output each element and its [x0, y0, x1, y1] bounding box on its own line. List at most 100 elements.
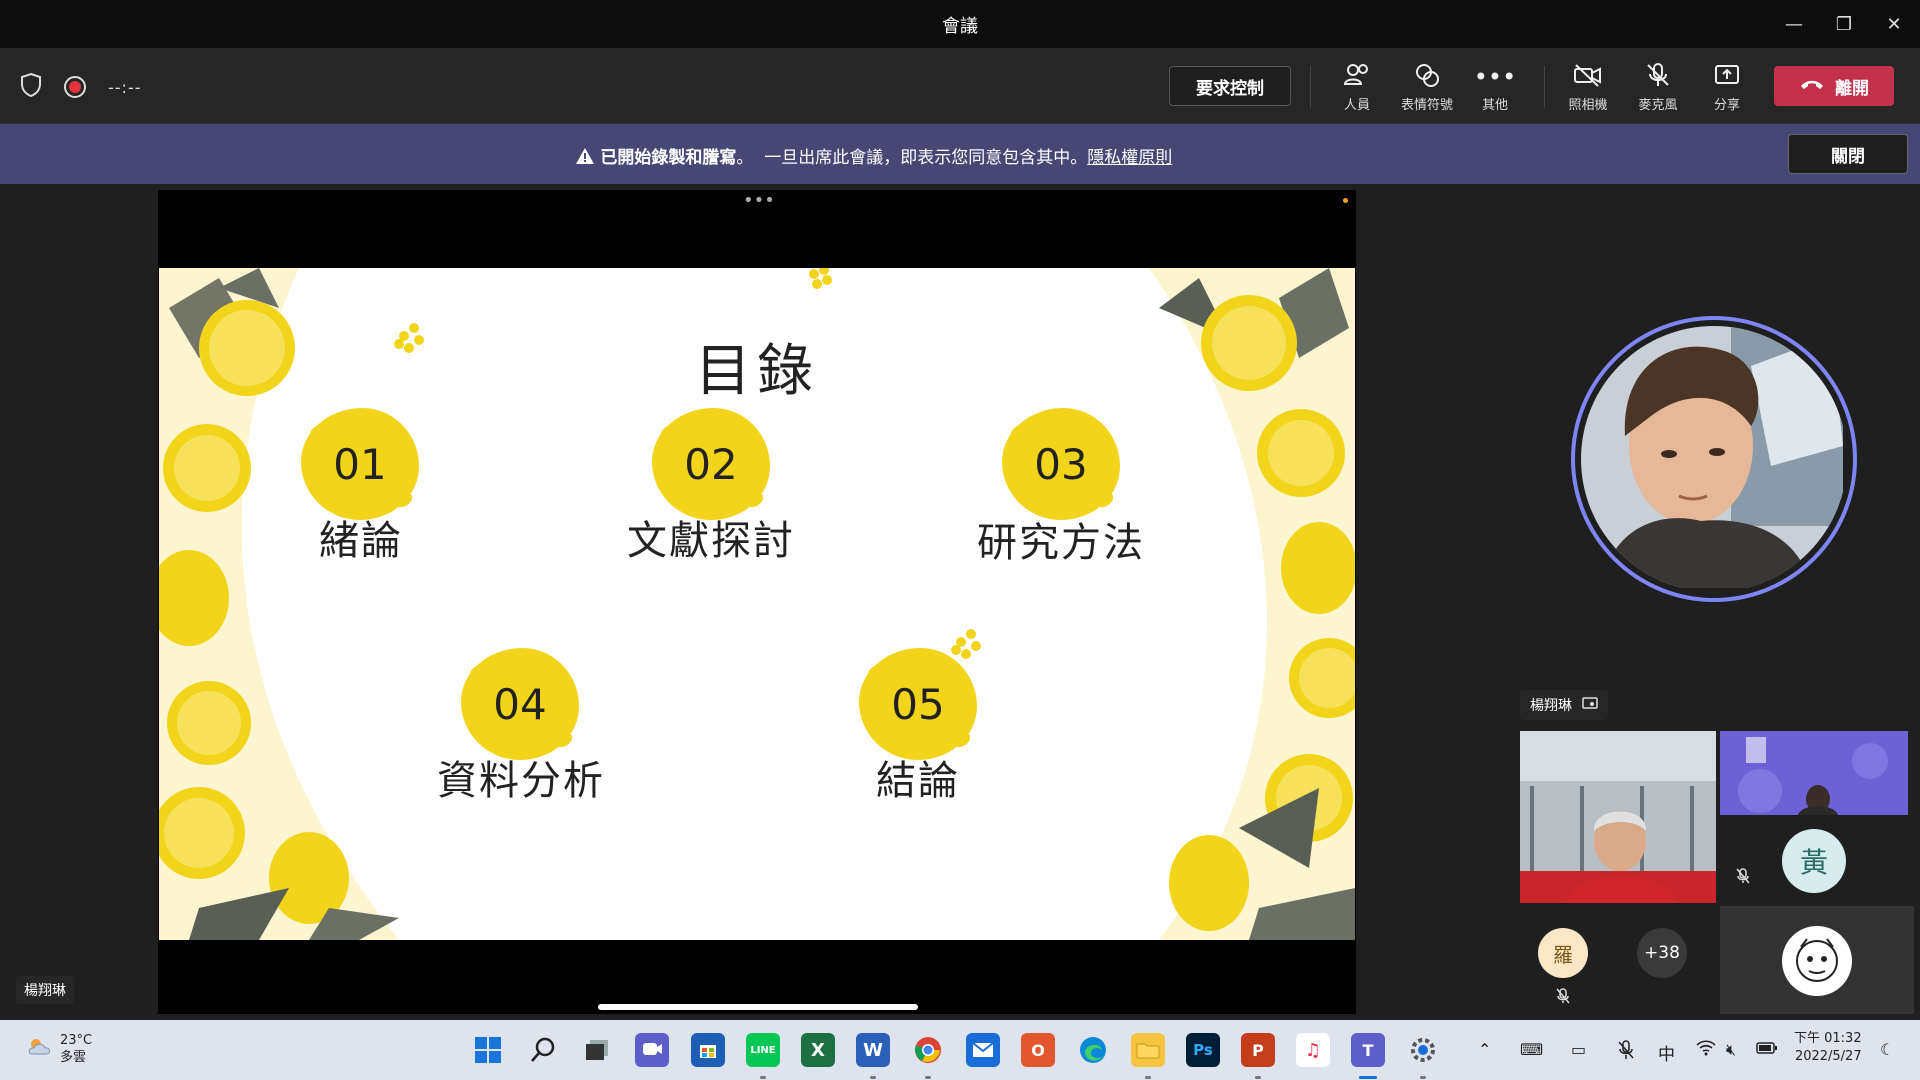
powerpoint-icon[interactable]: P: [1241, 1033, 1275, 1067]
itunes-icon[interactable]: ♫: [1296, 1033, 1330, 1067]
reactions-icon: [1392, 62, 1462, 92]
excel-icon[interactable]: X: [801, 1033, 835, 1067]
recording-message: 已開始錄製和謄寫。 一旦出席此會議，即表示您同意包含其中。隱私權原則: [575, 143, 1172, 168]
notifications-moon-icon[interactable]: ☾: [1880, 1040, 1894, 1059]
slide-item-label: 研究方法: [977, 520, 1145, 566]
ime-indicator[interactable]: 中: [1658, 1040, 1675, 1065]
camera-button[interactable]: 照相機: [1553, 62, 1623, 113]
close-window-button[interactable]: ✕: [1866, 0, 1920, 48]
start-windows-icon[interactable]: [471, 1033, 505, 1067]
people-label: 人員: [1343, 98, 1370, 113]
minimize-button[interactable]: —: [1766, 0, 1822, 48]
speaker-name-tag: 楊翔琳: [1520, 690, 1608, 720]
running-indicator: [760, 1076, 766, 1079]
shield-icon[interactable]: [20, 72, 42, 102]
office-icon[interactable]: O: [1021, 1033, 1055, 1067]
participant-avatar-huang[interactable]: 黃: [1782, 829, 1846, 893]
presenter-name-tag: 楊翔琳: [16, 976, 74, 1004]
file-explorer-icon[interactable]: [1131, 1033, 1165, 1067]
more-options-icon[interactable]: •••: [743, 190, 775, 211]
mail-icon[interactable]: [966, 1033, 1000, 1067]
more-icon: •••: [1473, 63, 1517, 91]
weather-temp: 23°C: [60, 1033, 93, 1048]
participant-video-tile[interactable]: [1520, 731, 1716, 903]
mic-button[interactable]: 麥克風: [1623, 62, 1693, 113]
share-icon: [1692, 62, 1762, 92]
slide-scroll-indicator: [598, 1004, 918, 1010]
volume-muted-icon[interactable]: 🔇︎: [1726, 1040, 1736, 1060]
mic-label: 麥克風: [1638, 98, 1678, 113]
system-clock[interactable]: 下午 01:32 2022/5/27: [1794, 1030, 1862, 1066]
more-participants-button[interactable]: +38: [1637, 928, 1687, 978]
search-icon[interactable]: [526, 1033, 560, 1067]
task-view-icon[interactable]: [580, 1033, 614, 1067]
toolbar-divider: [1310, 66, 1311, 108]
settings-gear-icon[interactable]: [1406, 1033, 1440, 1067]
presentation-slide: 目錄 01 緒論 02 文獻探討 03 研究方法 04 資料分析 05 結論: [159, 268, 1355, 940]
mic-muted-icon: [1556, 988, 1570, 1008]
weather-widget[interactable]: 23°C 多雲: [26, 1032, 92, 1066]
mic-muted-icon: [1736, 868, 1750, 888]
clock-date: 2022/5/27: [1794, 1049, 1862, 1064]
participant-avatar-tile[interactable]: [1720, 906, 1914, 1014]
meeting-timer: --:--: [108, 77, 142, 97]
reactions-label: 表情符號: [1400, 98, 1453, 113]
restore-button[interactable]: ❐: [1816, 0, 1872, 48]
speaker-name: 楊翔琳: [1530, 698, 1572, 714]
slide-title: 目錄: [695, 339, 819, 404]
line-app-icon[interactable]: LINE: [746, 1033, 780, 1067]
store-icon[interactable]: [691, 1033, 725, 1067]
word-icon[interactable]: W: [856, 1033, 890, 1067]
mic-muted-tray-icon[interactable]: [1617, 1040, 1635, 1064]
dismiss-banner-button[interactable]: 關閉: [1788, 134, 1908, 174]
participant-screen-tile[interactable]: [1720, 731, 1908, 815]
photoshop-icon[interactable]: Ps: [1186, 1033, 1220, 1067]
tablet-mode-icon[interactable]: ▭: [1571, 1040, 1586, 1059]
recording-banner: 已開始錄製和謄寫。 一旦出席此會議，即表示您同意包含其中。隱私權原則 關閉: [0, 124, 1920, 184]
more-button[interactable]: ••• 其他: [1460, 62, 1530, 113]
participant-avatar-luo[interactable]: 羅: [1538, 928, 1588, 978]
people-icon: [1322, 62, 1392, 92]
keyboard-icon[interactable]: ⌨: [1520, 1040, 1543, 1059]
camera-label: 照相機: [1568, 98, 1608, 113]
running-indicator: [1255, 1076, 1261, 1079]
active-app-indicator: [1359, 1076, 1377, 1079]
teams-icon[interactable]: T: [1351, 1033, 1385, 1067]
running-indicator: [870, 1076, 876, 1079]
people-button[interactable]: 人員: [1322, 62, 1392, 113]
more-label: 其他: [1481, 98, 1508, 113]
reactions-button[interactable]: 表情符號: [1392, 62, 1462, 113]
slide-item-number: 04: [461, 648, 579, 760]
active-speaker-video[interactable]: [1571, 316, 1857, 602]
privacy-policy-link[interactable]: 隱私權原則: [1087, 148, 1172, 168]
toolbar-divider: [1544, 66, 1545, 108]
chrome-icon[interactable]: [911, 1033, 945, 1067]
slide-item-label: 資料分析: [437, 758, 605, 804]
cartoon-avatar-icon: [1782, 926, 1852, 996]
phone-hangup-icon: [1799, 76, 1825, 96]
cloudy-weather-icon: [26, 1036, 52, 1062]
clock-time: 下午 01:32: [1794, 1031, 1862, 1046]
consent-text: 一旦出席此會議，即表示您同意包含其中。: [764, 148, 1088, 168]
teams-chat-icon[interactable]: [635, 1033, 669, 1067]
chevron-up-icon[interactable]: ⌃: [1478, 1040, 1491, 1059]
leave-button[interactable]: 離開: [1774, 66, 1894, 106]
slide-item-number: 05: [859, 648, 977, 760]
slide-item-label: 結論: [876, 758, 960, 804]
share-button[interactable]: 分享: [1692, 62, 1762, 113]
warning-icon: [575, 148, 600, 168]
edge-icon[interactable]: [1076, 1033, 1110, 1067]
slide-item-number: 03: [1002, 408, 1120, 520]
request-control-button[interactable]: 要求控制: [1169, 66, 1291, 106]
title-bar: 會議 — ❐ ✕: [0, 0, 1920, 48]
weather-desc: 多雲: [60, 1050, 87, 1065]
camera-off-icon: [1553, 62, 1623, 92]
screen-share-icon: [1582, 696, 1598, 714]
windows-taskbar: 23°C 多雲 LINE X W O Ps P ♫ T ⌃ ⌨ ▭ 中 🔇︎ 下…: [0, 1020, 1920, 1080]
participant-video: [1520, 731, 1716, 903]
running-indicator: [1420, 1076, 1426, 1079]
recording-dot: 。: [736, 148, 754, 168]
status-dot: [1343, 198, 1348, 203]
battery-icon[interactable]: [1756, 1040, 1778, 1059]
wifi-icon[interactable]: [1696, 1040, 1716, 1060]
